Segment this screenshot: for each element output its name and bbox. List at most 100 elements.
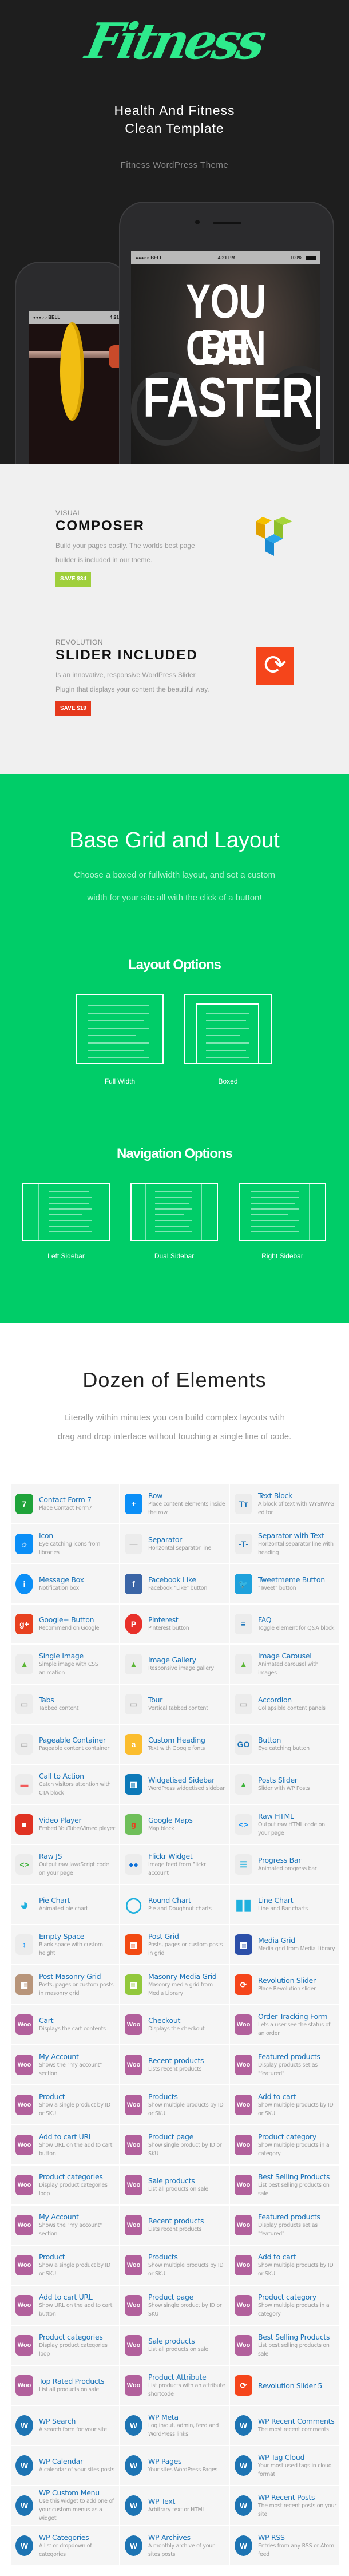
element-desc: A block of text with WYSIWYG editor	[258, 1500, 335, 1516]
element-item[interactable]: Woo Product Attribute List products with a…	[120, 2366, 229, 2405]
element-item[interactable]: ▭ Pageable Container Pageable content cont…	[11, 1725, 119, 1764]
nav-left-sidebar[interactable]: Left Sidebar	[22, 1183, 110, 1260]
element-item[interactable]: Woo Product Show a single product by ID or…	[11, 2246, 119, 2285]
element-item[interactable]: Woo My Account Shows the "my account" sect…	[11, 2045, 119, 2084]
element-item[interactable]: Tт Text Block A block of text with WYSIWYG…	[230, 1484, 339, 1523]
woo-icon: Woo	[15, 2135, 33, 2155]
element-item[interactable]: ▬ Call to Action Catch visitors attention …	[11, 1765, 119, 1804]
element-item[interactable]: W WP Calendar A calendar of your sites pos…	[11, 2446, 119, 2485]
element-item[interactable]: ▦ Media Grid Media grid from Media Library	[230, 1925, 339, 1964]
element-item[interactable]: Woo Add to cart Show multiple products by …	[230, 2085, 339, 2124]
element-item[interactable]: <> Raw HTML Output raw HTML code on your p…	[230, 1805, 339, 1844]
element-item[interactable]: W WP RSS Entries from any RSS or Atom feed	[230, 2526, 339, 2565]
element-item[interactable]: W WP Custom Menu Use this widget to add on…	[11, 2486, 119, 2525]
element-item[interactable]: ▦ Post Masonry Grid Posts, pages or custom…	[11, 1965, 119, 2004]
element-desc: Toggle element for Q&A block	[258, 1625, 335, 1631]
elements-grid: 7 Contact Form 7 Place Contact Form7 + Row Pl…	[11, 1484, 339, 2565]
element-item[interactable]: + Row Place content elements inside the ro…	[120, 1484, 229, 1523]
element-item[interactable]: ▲ Image Carousel Animated carousel with im…	[230, 1645, 339, 1684]
cta-icon: ▬	[15, 1774, 33, 1795]
element-item[interactable]: Woo Recent products Lists recent products	[120, 2206, 229, 2245]
element-item[interactable]: Woo Sale products List all products on sal…	[120, 2326, 229, 2365]
element-item[interactable]: ≡ FAQ Toggle element for Q&A block	[230, 1605, 339, 1643]
element-item[interactable]: ▲ Single Image Simple image with CSS anima…	[11, 1645, 119, 1684]
element-item[interactable]: ■ Video Player Embed YouTube/Vimeo player	[11, 1805, 119, 1844]
element-item[interactable]: Woo Checkout Displays the checkout	[120, 2005, 229, 2044]
element-item[interactable]: W WP Recent Posts The most recent posts on…	[230, 2486, 339, 2525]
element-item[interactable]: Woo Sale products List all products on sal…	[120, 2166, 229, 2204]
nav-right-sidebar[interactable]: Right Sidebar	[239, 1183, 326, 1260]
element-item[interactable]: ▦ Masonry Media Grid Masonry media grid fr…	[120, 1965, 229, 2004]
element-text: Single Image Simple image with CSS animat…	[39, 1652, 119, 1677]
element-item[interactable]: Woo Add to cart URL Show URL on the add to…	[11, 2286, 119, 2325]
element-item[interactable]: ▭ Tour Vertical tabbed content	[120, 1685, 229, 1724]
element-item[interactable]: ⟳ Revolution Slider 5	[230, 2366, 339, 2405]
element-item[interactable]: GO Button Eye catching button	[230, 1725, 339, 1764]
element-item[interactable]: W WP Archives A monthly archive of your si…	[120, 2526, 229, 2565]
woo-icon: Woo	[125, 2175, 142, 2195]
element-item[interactable]: i Message Box Notification box	[11, 1564, 119, 1603]
layout-boxed[interactable]: Boxed	[184, 994, 272, 1085]
element-item[interactable]: f Facebook Like Facebook "Like" button	[120, 1564, 229, 1603]
layout-full-width[interactable]: Full Width	[76, 994, 164, 1085]
element-item[interactable]: ☰ Progress Bar Animated progress bar	[230, 1845, 339, 1884]
element-item[interactable]: Woo Product Show a single product by ID or…	[11, 2085, 119, 2124]
element-item[interactable]: Woo My Account Shows the "my account" sect…	[11, 2206, 119, 2245]
element-item[interactable]: ▦ Post Grid Posts, pages or custom posts i…	[120, 1925, 229, 1964]
element-title: Contact Form 7	[39, 1495, 92, 1504]
element-item[interactable]: ▭ Accordion Collapsible content panels	[230, 1685, 339, 1724]
element-item[interactable]: ▥ Widgetised Sidebar WordPress widgetised …	[120, 1765, 229, 1804]
element-item[interactable]: W WP Categories A list or dropdown of cate…	[11, 2526, 119, 2565]
element-item[interactable]: 🐦 Tweetmeme Button "Tweet" button	[230, 1564, 339, 1603]
nav-dual-sidebar[interactable]: Dual Sidebar	[130, 1183, 218, 1260]
element-item[interactable]: Woo Featured products Display products set…	[230, 2206, 339, 2245]
element-item[interactable]: Woo Product category Show multiple product…	[230, 2286, 339, 2325]
element-item[interactable]: Woo Add to cart Show multiple products by …	[230, 2246, 339, 2285]
element-item[interactable]: Woo Order Tracking Form Lets a user see th…	[230, 2005, 339, 2044]
element-item[interactable]: Woo Recent products Lists recent products	[120, 2045, 229, 2084]
element-item[interactable]: ⟳ Revolution Slider Place Revolution slide…	[230, 1965, 339, 2004]
element-item[interactable]: Woo Cart Displays the cart contents	[11, 2005, 119, 2044]
element-item[interactable]: Woo Best Selling Products List best sellin…	[230, 2326, 339, 2365]
element-item[interactable]: Woo Top Rated Products List all products o…	[11, 2366, 119, 2405]
element-item[interactable]: g Google Maps Map block	[120, 1805, 229, 1844]
element-item[interactable]: ◕ Pie Chart Animated pie chart	[11, 1885, 119, 1924]
element-item[interactable]: W WP Meta Log in/out, admin, feed and Word…	[120, 2406, 229, 2445]
element-item[interactable]: Woo Products Show multiple products by ID …	[120, 2085, 229, 2124]
element-desc: Display product categories loop	[39, 2182, 108, 2197]
element-item[interactable]: W WP Text Arbitrary text or HTML	[120, 2486, 229, 2525]
element-item[interactable]: Woo Best Selling Products List best sellin…	[230, 2166, 339, 2204]
element-item[interactable]: Woo Product categories Display product cat…	[11, 2326, 119, 2365]
element-item[interactable]: ●● Flickr Widget Image feed from Flickr ac…	[120, 1845, 229, 1884]
element-item[interactable]: Woo Product category Show multiple product…	[230, 2125, 339, 2164]
element-item[interactable]: Woo Product page Show single product by ID…	[120, 2125, 229, 2164]
element-title: Icon	[39, 1531, 53, 1540]
element-item[interactable]: ◯ Round Chart Pie and Doughnut charts	[120, 1885, 229, 1924]
element-item[interactable]: — Separator Horizontal separator line	[120, 1524, 229, 1563]
element-item[interactable]: Woo Products Show multiple products by ID …	[120, 2246, 229, 2285]
element-item[interactable]: Woo Product page Show single product by ID…	[120, 2286, 229, 2325]
woo-icon: Woo	[15, 2295, 33, 2316]
element-item[interactable]: ▮▮ Line Chart Line and Bar charts	[230, 1885, 339, 1924]
element-item[interactable]: Woo Product categories Display product cat…	[11, 2166, 119, 2204]
element-desc: Show URL on the add to cart button	[39, 2142, 113, 2157]
element-item[interactable]: W WP Pages Your sites WordPress Pages	[120, 2446, 229, 2485]
element-item[interactable]: P Pinterest Pinterest button	[120, 1605, 229, 1643]
element-item[interactable]: ↕ Empty Space Blank space with custom heig…	[11, 1925, 119, 1964]
element-item[interactable]: W WP Recent Comments The most recent comme…	[230, 2406, 339, 2445]
element-item[interactable]: W WP Tag Cloud Your most used tags in clou…	[230, 2446, 339, 2485]
element-item[interactable]: Woo Add to cart URL Show URL on the add to…	[11, 2125, 119, 2164]
element-item[interactable]: -T- Separator with Text Horizontal separat…	[230, 1524, 339, 1563]
element-item[interactable]: ▲ Posts Slider Slider with WP Posts	[230, 1765, 339, 1804]
element-item[interactable]: a Custom Heading Text with Google fonts	[120, 1725, 229, 1764]
element-title: Recent products	[148, 2056, 204, 2065]
element-item[interactable]: ☼ Icon Eye catching icons from libraries	[11, 1524, 119, 1563]
element-item[interactable]: g+ Google+ Button Recommend on Google	[11, 1605, 119, 1643]
element-item[interactable]: Woo Featured products Display products set…	[230, 2045, 339, 2084]
element-title: Message Box	[39, 1575, 84, 1584]
element-item[interactable]: <> Raw JS Output raw JavaScript code on yo…	[11, 1845, 119, 1884]
element-item[interactable]: 7 Contact Form 7 Place Contact Form7	[11, 1484, 119, 1523]
element-item[interactable]: W WP Search A search form for your site	[11, 2406, 119, 2445]
element-item[interactable]: ▭ Tabs Tabbed content	[11, 1685, 119, 1724]
element-item[interactable]: ▲ Image Gallery Responsive image gallery	[120, 1645, 229, 1684]
